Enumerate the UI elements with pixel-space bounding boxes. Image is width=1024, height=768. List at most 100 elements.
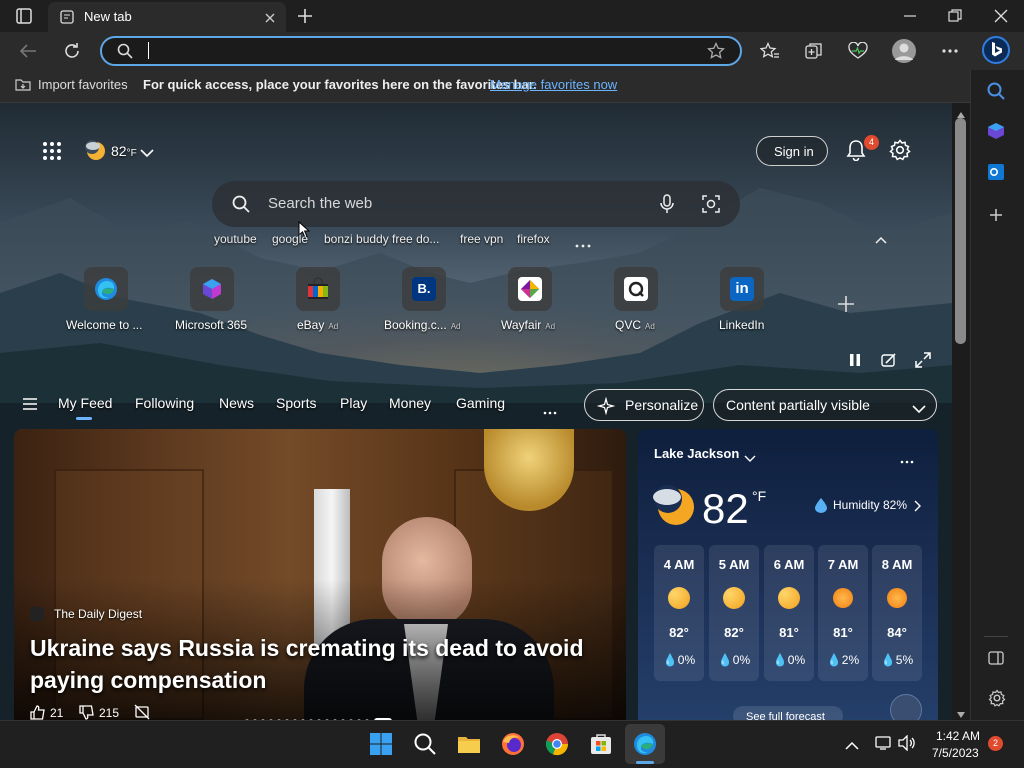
news-headline[interactable]: Ukraine says Russia is cremating its dea… [30,632,610,696]
collapse-quick-links-icon[interactable] [875,231,887,244]
feed-tab-news[interactable]: News [219,395,254,411]
firefox-icon[interactable] [501,732,525,756]
page-settings-gear-icon[interactable] [889,139,911,161]
feed-tab-sports[interactable]: Sports [276,395,316,411]
trending-suggestion[interactable]: firefox [517,232,550,246]
bing-chat-button[interactable] [982,36,1010,64]
hourly-forecast-item[interactable]: 8 AM 84° 💧5% [872,545,922,681]
chrome-icon[interactable] [545,732,569,756]
scroll-up-arrow-icon[interactable] [956,106,966,118]
back-icon[interactable] [18,42,38,60]
fullscreen-background-icon[interactable] [915,352,931,368]
taskbar-search-icon[interactable] [413,732,437,756]
microphone-icon[interactable] [660,194,674,214]
trending-suggestion[interactable]: youtube [214,232,257,246]
address-bar[interactable] [100,36,742,66]
hide-story-icon[interactable] [134,704,150,720]
visual-search-icon[interactable] [702,195,720,213]
tab-new-tab[interactable]: New tab [48,2,286,32]
close-window-icon[interactable] [994,9,1008,23]
browser-essentials-icon[interactable] [848,41,868,60]
settings-more-icon[interactable] [940,42,960,60]
quick-link-tile[interactable] [296,267,340,311]
quick-link-tile[interactable]: B. [402,267,446,311]
clock-time[interactable]: 1:42 AM [936,729,980,743]
tab-actions-icon[interactable] [16,8,32,24]
carousel-dots[interactable] [244,711,394,724]
collections-icon[interactable] [805,42,823,60]
volume-icon[interactable] [898,734,916,752]
feed-tab-play[interactable]: Play [340,395,367,411]
web-search-box[interactable]: Search the web [212,181,740,227]
weather-more-icon[interactable] [900,451,914,464]
restore-icon[interactable] [948,9,962,23]
forecast-hour: 5 AM [718,557,750,572]
import-favorites-link[interactable]: Import favorites [38,77,128,92]
background-info-icon[interactable] [881,352,897,368]
new-tab-button[interactable] [296,7,314,25]
hourly-forecast-item[interactable]: 5 AM 82° 💧0% [709,545,759,681]
quick-link-label: eBay Ad [297,318,339,332]
humidity-value[interactable]: Humidity 82% [833,498,907,512]
show-hidden-icons-icon[interactable] [845,738,859,750]
close-tab-icon[interactable] [264,11,276,23]
thumbs-down-icon[interactable] [79,705,95,720]
hourly-forecast-item[interactable]: 4 AM 82° 💧0% [654,545,704,681]
more-feed-tabs-icon[interactable] [543,402,557,415]
sidebar-microsoft-365-icon[interactable] [987,122,1005,140]
forecast-temp: 84° [887,625,907,640]
add-quick-link-icon[interactable] [836,294,856,314]
trending-suggestion[interactable]: bonzi buddy free do... [324,232,439,246]
manage-favorites-link[interactable]: Manage favorites now [490,77,617,92]
windows-start-icon[interactable] [369,732,393,756]
trending-suggestion[interactable]: google [272,232,308,246]
news-source[interactable]: The Daily Digest [54,607,142,621]
add-favorite-star-icon[interactable] [706,41,726,60]
scroll-down-arrow-icon[interactable] [956,706,966,718]
quick-link-tile[interactable] [84,267,128,311]
feed-tab-gaming[interactable]: Gaming [456,395,505,411]
minimize-icon[interactable] [903,9,917,23]
quick-link-tile[interactable]: in [720,267,764,311]
microsoft-store-icon[interactable] [589,732,613,756]
file-explorer-icon[interactable] [457,732,481,756]
header-weather-temp[interactable]: 82°F [111,143,137,159]
sidebar-outlook-icon[interactable] [987,163,1005,181]
quick-link-tile[interactable] [508,267,552,311]
notification-center-badge[interactable]: 2 [988,736,1003,751]
forecast-precip: 💧5% [880,653,914,667]
network-icon[interactable] [874,735,892,751]
feed-tab-money[interactable]: Money [389,395,431,411]
chevron-right-icon[interactable] [914,499,922,512]
sign-in-button[interactable]: Sign in [756,136,828,166]
hide-sidebar-icon[interactable] [988,650,1004,666]
favorites-icon[interactable] [759,41,780,60]
sidebar-settings-gear-icon[interactable] [988,689,1006,707]
hourly-forecast-item[interactable]: 6 AM 81° 💧0% [764,545,814,681]
feed-menu-hamburger-icon[interactable] [22,397,38,411]
personalize-button[interactable]: Personalize [584,389,704,421]
scrollbar-thumb[interactable] [955,118,966,344]
refresh-icon[interactable] [62,41,82,61]
more-suggestions-icon[interactable] [574,236,592,248]
trending-suggestion[interactable]: free vpn [460,232,503,246]
sidebar-add-icon[interactable] [989,208,1003,222]
pause-background-icon[interactable] [848,353,862,367]
hourly-forecast-item[interactable]: 7 AM 81° 💧2% [818,545,868,681]
chevron-down-icon[interactable] [744,450,756,462]
quick-link-tile[interactable] [190,267,234,311]
forecast-precip: 💧0% [717,653,751,667]
feed-tab-my-feed[interactable]: My Feed [58,395,112,411]
sidebar-search-icon[interactable] [987,82,1005,100]
content-visibility-dropdown[interactable]: Content partially visible [713,389,937,421]
content-visibility-label: Content partially visible [726,397,870,413]
clock-date[interactable]: 7/5/2023 [932,746,979,760]
thumbs-up-icon[interactable] [30,705,46,720]
feed-tab-following[interactable]: Following [135,395,194,411]
quick-link-tile[interactable] [614,267,658,311]
microsoft-365-icon [200,277,224,301]
chevron-down-icon[interactable] [140,145,154,158]
apps-grid-icon[interactable] [42,141,62,161]
weather-location[interactable]: Lake Jackson [654,446,739,461]
profile-avatar[interactable] [892,39,916,63]
